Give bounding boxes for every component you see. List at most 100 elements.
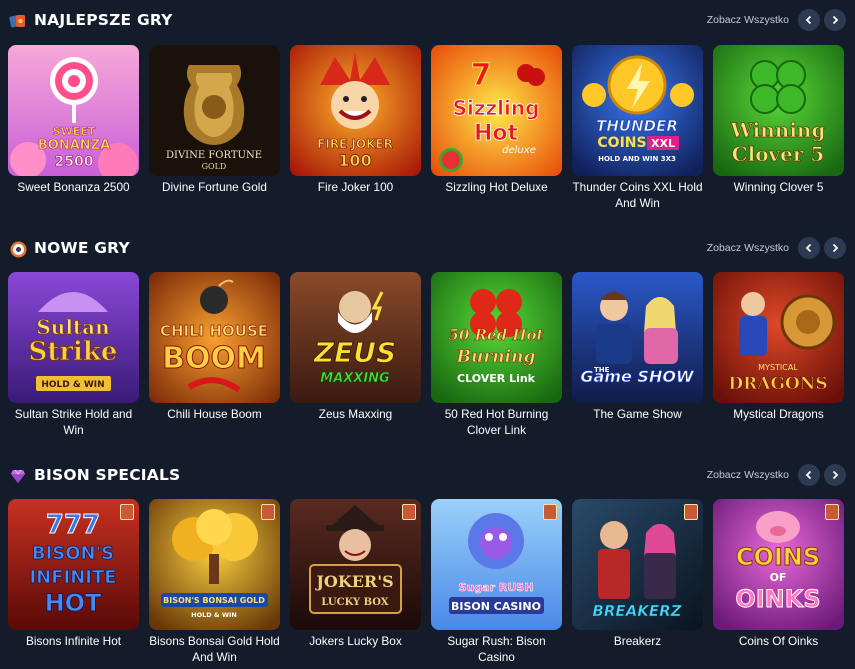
gem-icon [9, 467, 27, 485]
prev-arrow-button[interactable] [798, 464, 820, 486]
game-tile-bisons-bonsai-gold[interactable]: BISON'S BONSAI GOLD HOLD & WIN Bisons Bo… [149, 499, 280, 665]
game-name[interactable]: Breakerz [572, 633, 703, 649]
art-text: Winning [730, 118, 826, 142]
game-name[interactable]: Sultan Strike Hold and Win [8, 406, 139, 438]
art-text: MAXXING [320, 371, 390, 386]
game-tile-sultan-strike[interactable]: Sultan Strike HOLD & WIN Sultan Strike H… [8, 272, 139, 438]
prev-arrow-button[interactable] [798, 9, 820, 31]
game-tile-fire-joker-100[interactable]: FIRE JOKER 100 Fire Joker 100 [290, 45, 421, 195]
game-thumbnail[interactable]: Winning Clover 5 [713, 45, 844, 176]
game-thumbnail[interactable]: Sultan Strike HOLD & WIN [8, 272, 139, 403]
art-text: LUCKY BOX [321, 597, 388, 608]
game-tile-sizzling-hot-deluxe[interactable]: 7 Sizzling Hot deluxe Sizzling Hot Delux… [431, 45, 562, 195]
art-text: HOLD & WIN [191, 611, 237, 619]
see-all-link[interactable]: Zobacz Wszystko [707, 469, 789, 481]
game-thumbnail[interactable]: JOKER'S LUCKY BOX [290, 499, 421, 630]
game-name[interactable]: Fire Joker 100 [290, 179, 421, 195]
chevron-left-icon [805, 15, 812, 25]
game-thumbnail[interactable]: BISON'S BONSAI GOLD HOLD & WIN [149, 499, 280, 630]
section-nowe-gry: NOWE GRY Zobacz Wszystko Sultan Strike H… [0, 236, 855, 451]
game-name[interactable]: Sugar Rush: Bison Casino [431, 633, 562, 665]
art-text: Hot [474, 121, 519, 146]
game-thumbnail[interactable]: CHILI HOUSE BOOM [149, 272, 280, 403]
game-thumbnail[interactable]: 7 Sizzling Hot deluxe [431, 45, 562, 176]
game-tile-chili-house-boom[interactable]: CHILI HOUSE BOOM Chili House Boom [149, 272, 280, 422]
art-text: 100 [338, 151, 371, 170]
section-header: NOWE GRY Zobacz Wszystko [0, 236, 855, 266]
chevron-right-icon [832, 470, 839, 480]
game-name[interactable]: The Game Show [572, 406, 703, 422]
art-text: FIRE JOKER [317, 137, 393, 151]
game-name[interactable]: Winning Clover 5 [713, 179, 844, 195]
game-thumbnail[interactable]: DIVINE FORTUNE GOLD [149, 45, 280, 176]
game-name[interactable]: Bisons Bonsai Gold Hold And Win [149, 633, 280, 665]
art-text: ZEUS [313, 336, 396, 369]
game-thumbnail[interactable]: FIRE JOKER 100 [290, 45, 421, 176]
chevron-right-icon [832, 243, 839, 253]
art-text: Sizzling [453, 96, 540, 120]
game-thumbnail[interactable]: 50 Red Hot Burning CLOVER Link [431, 272, 562, 403]
game-thumbnail[interactable]: MYSTICAL DRAGONS [713, 272, 844, 403]
art-text: Burning [456, 347, 536, 367]
art-text: BISON CASINO [451, 600, 541, 613]
game-name[interactable]: 50 Red Hot Burning Clover Link [431, 406, 562, 438]
art-text: BISON'S BONSAI GOLD [163, 596, 265, 605]
game-tile-coins-of-oinks[interactable]: COINS OF OINKS Coins Of Oinks [713, 499, 844, 649]
game-tile-jokers-lucky-box[interactable]: JOKER'S LUCKY BOX Jokers Lucky Box [290, 499, 421, 649]
game-name[interactable]: Chili House Boom [149, 406, 280, 422]
game-name[interactable]: Coins Of Oinks [713, 633, 844, 649]
game-tile-breakerz[interactable]: BREAKERZ Breakerz [572, 499, 703, 649]
game-tile-divine-fortune-gold[interactable]: DIVINE FORTUNE GOLD Divine Fortune Gold [149, 45, 280, 195]
game-tile-bisons-infinite-hot[interactable]: 777 BISON'S INFINITE HOT Bisons Infinite… [8, 499, 139, 649]
prev-arrow-button[interactable] [798, 237, 820, 259]
art-text: HOLD AND WIN 3X3 [598, 155, 676, 163]
art-text: 2500 [55, 154, 94, 170]
game-thumbnail[interactable]: THE Game SHOW [572, 272, 703, 403]
game-tile-50-red-hot-burning[interactable]: 50 Red Hot Burning CLOVER Link 50 Red Ho… [431, 272, 562, 438]
game-tile-zeus-maxxing[interactable]: ZEUS MAXXING Zeus Maxxing [290, 272, 421, 422]
see-all-link[interactable]: Zobacz Wszystko [707, 242, 789, 254]
game-tile-winning-clover-5[interactable]: Winning Clover 5 Winning Clover 5 [713, 45, 844, 195]
art-text: 7 [471, 58, 492, 93]
game-name[interactable]: Jokers Lucky Box [290, 633, 421, 649]
game-name[interactable]: Sizzling Hot Deluxe [431, 179, 562, 195]
game-thumbnail[interactable]: Sugar RUSH BISON CASINO [431, 499, 562, 630]
section-title: NAJLEPSZE GRY [34, 11, 173, 29]
game-thumbnail[interactable]: SWEET BONANZA 2500 [8, 45, 139, 176]
game-name[interactable]: Mystical Dragons [713, 406, 844, 422]
next-arrow-button[interactable] [824, 237, 846, 259]
game-name[interactable]: Divine Fortune Gold [149, 179, 280, 195]
art-text: BOOM [162, 341, 266, 376]
game-tile-sweet-bonanza-2500[interactable]: SWEET BONANZA 2500 Sweet Bonanza 2500 [8, 45, 139, 195]
section-header: NAJLEPSZE GRY Zobacz Wszystko [0, 8, 855, 38]
section-najlepsze-gry: NAJLEPSZE GRY Zobacz Wszystko SWEET BONA… [0, 8, 855, 223]
art-text: HOT [45, 589, 102, 617]
art-text: BREAKERZ [592, 602, 682, 620]
game-thumbnail[interactable]: ZEUS MAXXING [290, 272, 421, 403]
game-tile-mystical-dragons[interactable]: MYSTICAL DRAGONS Mystical Dragons [713, 272, 844, 422]
trophy-cards-icon [9, 12, 27, 30]
game-name[interactable]: Bisons Infinite Hot [8, 633, 139, 649]
art-text: Sultan [36, 315, 110, 339]
game-thumbnail[interactable]: BREAKERZ [572, 499, 703, 630]
next-arrow-button[interactable] [824, 464, 846, 486]
art-text: INFINITE [29, 567, 116, 588]
game-name[interactable]: Sweet Bonanza 2500 [8, 179, 139, 195]
game-name[interactable]: Zeus Maxxing [290, 406, 421, 422]
section-header: BISON SPECIALS Zobacz Wszystko [0, 463, 855, 493]
art-text: OINKS [735, 585, 820, 613]
game-name[interactable]: Thunder Coins XXL Hold And Win [572, 179, 703, 211]
game-tile-sugar-rush-bison-casino[interactable]: Sugar RUSH BISON CASINO Sugar Rush: Biso… [431, 499, 562, 665]
see-all-link[interactable]: Zobacz Wszystko [707, 14, 789, 26]
chevron-left-icon [805, 470, 812, 480]
bison-badge-icon [543, 504, 557, 520]
next-arrow-button[interactable] [824, 9, 846, 31]
game-thumbnail[interactable]: COINS OF OINKS [713, 499, 844, 630]
roulette-icon [9, 240, 27, 258]
game-thumbnail[interactable]: THUNDER COINS XXL HOLD AND WIN 3X3 [572, 45, 703, 176]
game-tile-the-game-show[interactable]: THE Game SHOW The Game Show [572, 272, 703, 422]
art-text: BONANZA [38, 138, 110, 153]
game-thumbnail[interactable]: 777 BISON'S INFINITE HOT [8, 499, 139, 630]
game-tile-thunder-coins-xxl[interactable]: THUNDER COINS XXL HOLD AND WIN 3X3 Thund… [572, 45, 703, 211]
art-text: XXL [651, 137, 675, 150]
